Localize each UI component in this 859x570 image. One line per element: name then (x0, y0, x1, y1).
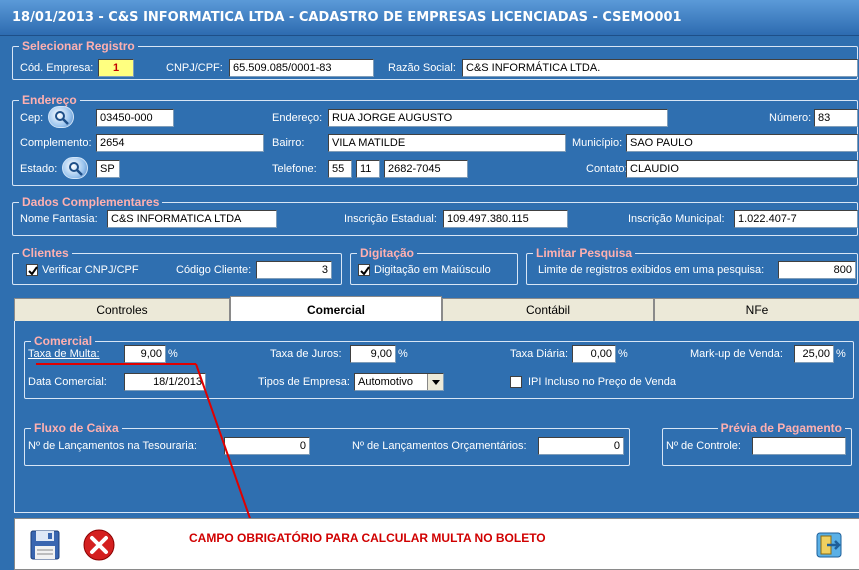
annotation-arrow (36, 363, 254, 528)
cancel-button[interactable] (81, 527, 117, 563)
annotation-text: CAMPO OBRIGATÓRIO PARA CALCULAR MULTA NO… (189, 531, 546, 545)
bottom-toolbar: CAMPO OBRIGATÓRIO PARA CALCULAR MULTA NO… (14, 518, 859, 570)
exit-door-icon (816, 532, 842, 558)
red-x-icon (83, 529, 115, 561)
main-window: 18/01/2013 - C&S INFORMATICA LTDA - CADA… (0, 0, 859, 570)
floppy-disk-icon (30, 530, 60, 560)
save-button[interactable] (27, 527, 63, 563)
exit-button[interactable] (811, 527, 847, 563)
